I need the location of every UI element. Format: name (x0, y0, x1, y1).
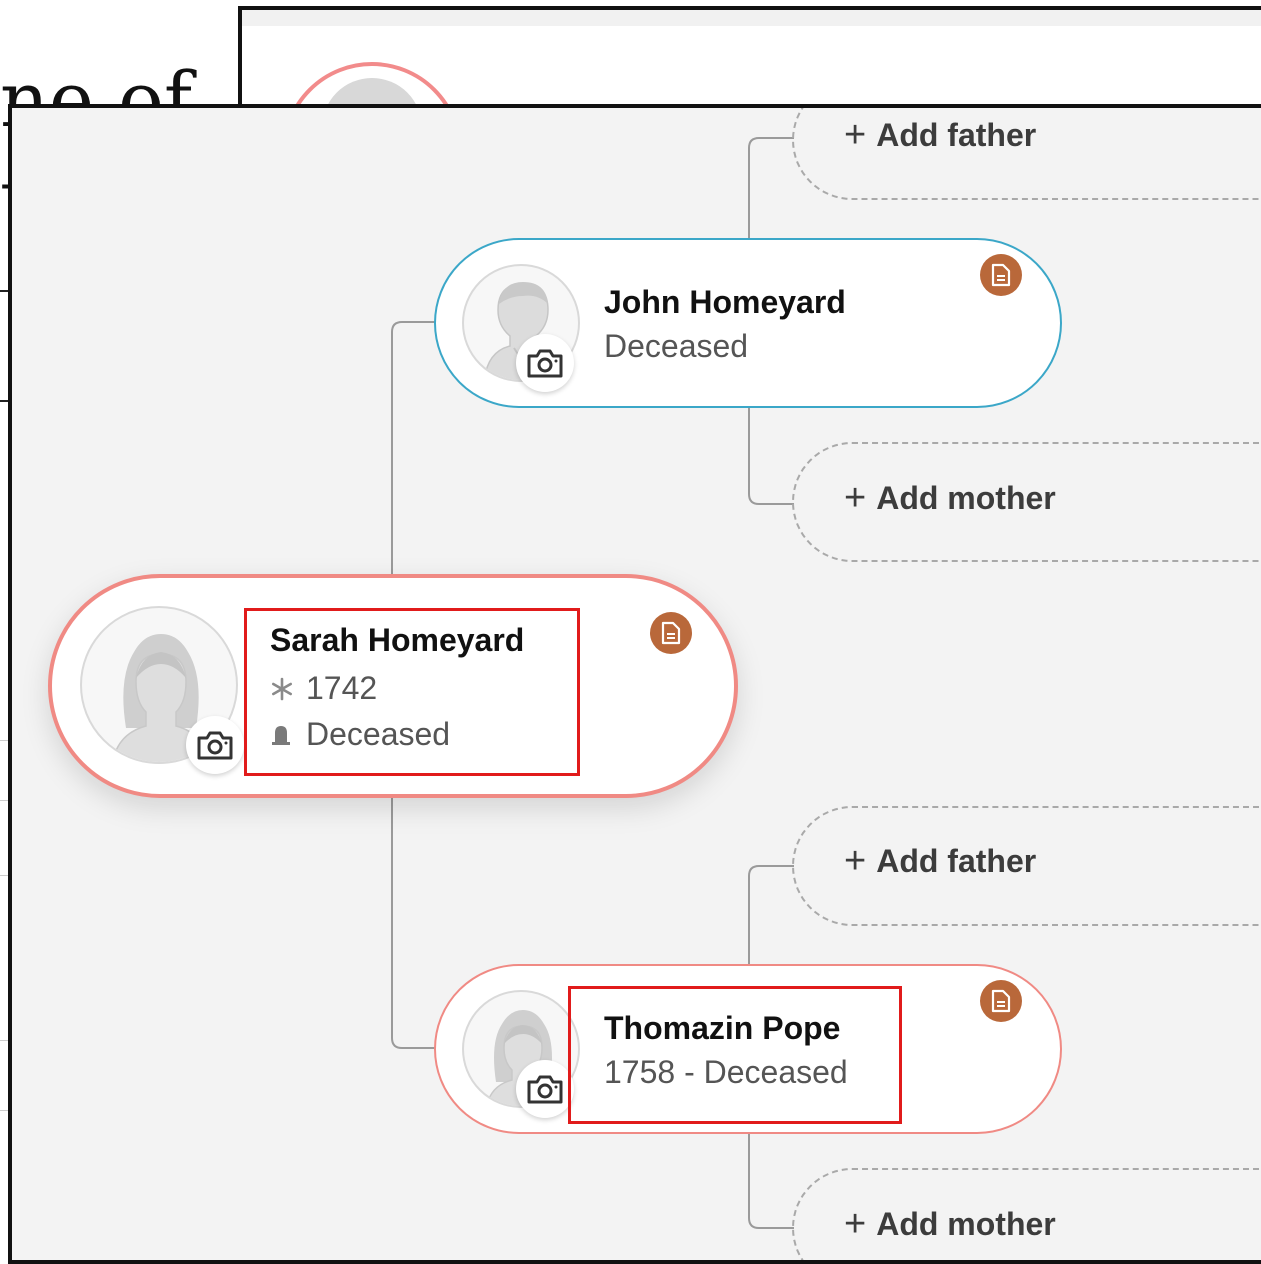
father-camera-button[interactable] (516, 334, 574, 392)
father-status: Deceased (604, 328, 749, 364)
add-father-label: Add father (876, 116, 1037, 153)
plus-icon: + (844, 114, 867, 156)
background-window-bar (242, 10, 1261, 26)
camera-icon (527, 1075, 563, 1104)
add-father-button-bottom[interactable]: + Add father (844, 842, 1036, 880)
add-mother-label: Add mother (876, 1205, 1056, 1242)
add-father-button-top[interactable]: + Add father (844, 116, 1036, 154)
mother-document-icon[interactable] (980, 980, 1022, 1022)
connector-father-add-mother (748, 406, 794, 505)
document-icon (661, 621, 681, 645)
camera-icon (197, 731, 233, 760)
add-father-label: Add father (876, 842, 1037, 879)
father-document-icon[interactable] (980, 254, 1022, 296)
focus-document-icon[interactable] (650, 612, 692, 654)
connector-mother-add-mother (748, 1132, 794, 1229)
document-icon (991, 263, 1011, 287)
plus-icon: + (844, 1203, 867, 1245)
connector-focus-father (391, 321, 440, 578)
add-mother-label: Add mother (876, 479, 1056, 516)
plus-icon: + (844, 477, 867, 519)
focus-person-highlight-box (244, 608, 580, 776)
add-mother-button-top[interactable]: + Add mother (844, 479, 1056, 517)
add-mother-button-bottom[interactable]: + Add mother (844, 1205, 1056, 1243)
connector-father-add-father (748, 137, 794, 240)
mother-camera-button[interactable] (516, 1060, 574, 1118)
connector-focus-mother (391, 798, 440, 1049)
father-name[interactable]: John Homeyard (604, 284, 846, 321)
mother-highlight-box (568, 986, 902, 1124)
document-icon (991, 989, 1011, 1013)
plus-icon: + (844, 840, 867, 882)
focus-camera-button[interactable] (186, 716, 244, 774)
connector-mother-add-father (748, 865, 794, 966)
family-tree-panel: + Add father + Add mother + Add father +… (8, 104, 1261, 1264)
camera-icon (527, 349, 563, 378)
father-card[interactable]: John Homeyard Deceased (434, 238, 1062, 408)
